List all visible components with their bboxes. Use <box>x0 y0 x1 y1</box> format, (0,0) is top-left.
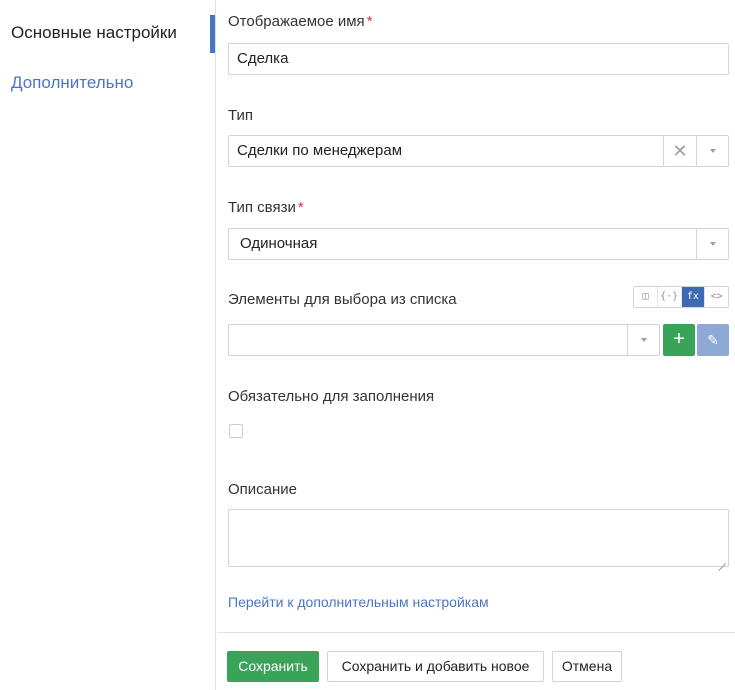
description-textarea[interactable] <box>228 509 729 567</box>
save-button[interactable]: Сохранить <box>227 651 319 682</box>
sidebar: Основные настройки Дополнительно <box>0 0 216 690</box>
resize-handle-icon[interactable] <box>718 556 726 564</box>
display-name-label: Отображаемое имя * <box>228 13 373 30</box>
link-type-label: Тип связи * <box>228 199 304 216</box>
value-mode-switcher: ◫ {·} fx <> <box>633 286 729 308</box>
link-type-select-value: Одиночная <box>240 235 318 252</box>
type-label: Тип <box>228 107 254 124</box>
mode-code-icon[interactable]: <> <box>705 287 728 307</box>
required-label: Обязательно для заполнения <box>228 388 435 405</box>
description-label: Описание <box>228 481 298 498</box>
sidebar-item-additional[interactable]: Дополнительно <box>11 72 133 94</box>
chevron-down-icon[interactable] <box>696 136 728 166</box>
mode-template-icon[interactable]: {·} <box>658 287 682 307</box>
add-item-button[interactable]: + <box>663 324 695 356</box>
sidebar-item-main-settings[interactable]: Основные настройки <box>11 22 177 44</box>
required-marker: * <box>297 199 304 216</box>
advanced-settings-link[interactable]: Перейти к дополнительным настройкам <box>228 594 489 610</box>
chevron-down-icon[interactable] <box>627 325 659 355</box>
type-select-value: Сделки по менеджерам <box>237 142 402 159</box>
edit-item-button[interactable]: ✎ <box>697 324 729 356</box>
required-checkbox[interactable] <box>229 424 243 438</box>
required-marker: * <box>366 13 373 30</box>
list-items-select[interactable] <box>228 324 660 356</box>
list-items-label: Элементы для выбора из списка <box>228 291 457 308</box>
chevron-down-icon[interactable] <box>696 229 728 259</box>
settings-form: Отображаемое имя * Сделка Тип Сделки по м… <box>217 0 735 690</box>
mode-formula-icon[interactable]: fx <box>681 287 706 307</box>
type-select[interactable]: Сделки по менеджерам ✕ <box>228 135 729 167</box>
save-and-add-new-button[interactable]: Сохранить и добавить новое <box>327 651 544 682</box>
mode-static-icon[interactable]: ◫ <box>634 287 658 307</box>
close-icon[interactable]: ✕ <box>663 136 696 166</box>
form-footer: Сохранить Сохранить и добавить новое Отм… <box>217 632 735 690</box>
cancel-button[interactable]: Отмена <box>552 651 622 682</box>
display-name-input[interactable]: Сделка <box>228 43 729 75</box>
active-tab-indicator <box>210 15 215 53</box>
link-type-select[interactable]: Одиночная <box>228 228 729 260</box>
